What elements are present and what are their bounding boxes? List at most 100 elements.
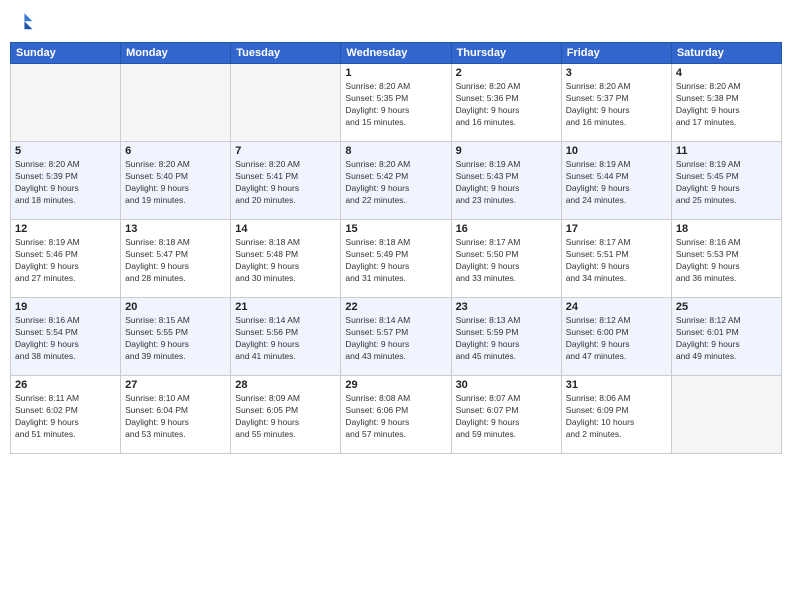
calendar-week-row: 19Sunrise: 8:16 AM Sunset: 5:54 PM Dayli… — [11, 298, 782, 376]
weekday-header-monday: Monday — [121, 43, 231, 64]
day-number: 28 — [235, 379, 336, 391]
logo — [10, 10, 38, 34]
day-info: Sunrise: 8:20 AM Sunset: 5:40 PM Dayligh… — [125, 159, 226, 207]
calendar-day: 13 Sunrise: 8:18 AM Sunset: 5:47 PM Dayli… — [121, 220, 231, 298]
day-info: Sunrise: 8:10 AM Sunset: 6:04 PM Dayligh… — [125, 393, 226, 441]
day-number: 17 — [566, 223, 667, 235]
calendar-day: 27 Sunrise: 8:10 AM Sunset: 6:04 PM Dayli… — [121, 376, 231, 454]
day-number: 13 — [125, 223, 226, 235]
day-number: 11 — [676, 145, 777, 157]
calendar-week-row: 26 Sunrise: 8:11 AM Sunset: 6:02 PM Dayli… — [11, 376, 782, 454]
calendar-day: 31 Sunrise: 8:06 AM Sunset: 6:09 PM Dayli… — [561, 376, 671, 454]
day-info: Sunrise: 8:20 AM Sunset: 5:42 PM Dayligh… — [345, 159, 446, 207]
day-info: Sunrise: 8:20 AM Sunset: 5:41 PM Dayligh… — [235, 159, 336, 207]
day-number: 26 — [15, 379, 116, 391]
calendar-day — [11, 64, 121, 142]
day-info: Sunrise: 8:20 AM Sunset: 5:36 PM Dayligh… — [456, 81, 557, 129]
day-info: Sunrise: 8:17 AM Sunset: 5:50 PM Dayligh… — [456, 237, 557, 285]
day-number: 3 — [566, 67, 667, 79]
day-number: 29 — [345, 379, 446, 391]
day-info: Sunrise: 8:12 AM Sunset: 6:00 PM Dayligh… — [566, 315, 667, 363]
weekday-header-sunday: Sunday — [11, 43, 121, 64]
day-number: 23 — [456, 301, 557, 313]
day-info: Sunrise: 8:18 AM Sunset: 5:47 PM Dayligh… — [125, 237, 226, 285]
day-info: Sunrise: 8:08 AM Sunset: 6:06 PM Dayligh… — [345, 393, 446, 441]
day-number: 27 — [125, 379, 226, 391]
day-info: Sunrise: 8:20 AM Sunset: 5:38 PM Dayligh… — [676, 81, 777, 129]
day-number: 14 — [235, 223, 336, 235]
day-info: Sunrise: 8:19 AM Sunset: 5:45 PM Dayligh… — [676, 159, 777, 207]
day-number: 31 — [566, 379, 667, 391]
calendar-day: 21Sunrise: 8:14 AM Sunset: 5:56 PM Dayli… — [231, 298, 341, 376]
calendar-day: 22 Sunrise: 8:14 AM Sunset: 5:57 PM Dayli… — [341, 298, 451, 376]
calendar-day: 19Sunrise: 8:16 AM Sunset: 5:54 PM Dayli… — [11, 298, 121, 376]
weekday-header-thursday: Thursday — [451, 43, 561, 64]
day-number: 20 — [125, 301, 226, 313]
calendar-day: 12 Sunrise: 8:19 AM Sunset: 5:46 PM Dayli… — [11, 220, 121, 298]
day-number: 9 — [456, 145, 557, 157]
day-number: 22 — [345, 301, 446, 313]
calendar-day — [671, 376, 781, 454]
day-number: 4 — [676, 67, 777, 79]
day-info: Sunrise: 8:14 AM Sunset: 5:57 PM Dayligh… — [345, 315, 446, 363]
day-info: Sunrise: 8:19 AM Sunset: 5:44 PM Dayligh… — [566, 159, 667, 207]
weekday-header-saturday: Saturday — [671, 43, 781, 64]
calendar-week-row: 12 Sunrise: 8:19 AM Sunset: 5:46 PM Dayli… — [11, 220, 782, 298]
day-number: 30 — [456, 379, 557, 391]
calendar-day: 4 Sunrise: 8:20 AM Sunset: 5:38 PM Daylig… — [671, 64, 781, 142]
day-number: 12 — [15, 223, 116, 235]
weekday-header-wednesday: Wednesday — [341, 43, 451, 64]
day-info: Sunrise: 8:11 AM Sunset: 6:02 PM Dayligh… — [15, 393, 116, 441]
day-info: Sunrise: 8:15 AM Sunset: 5:55 PM Dayligh… — [125, 315, 226, 363]
day-number: 8 — [345, 145, 446, 157]
calendar-day: 14 Sunrise: 8:18 AM Sunset: 5:48 PM Dayli… — [231, 220, 341, 298]
day-info: Sunrise: 8:16 AM Sunset: 5:54 PM Dayligh… — [15, 315, 116, 363]
day-number: 1 — [345, 67, 446, 79]
calendar-day: 3 Sunrise: 8:20 AM Sunset: 5:37 PM Daylig… — [561, 64, 671, 142]
calendar-day: 16 Sunrise: 8:17 AM Sunset: 5:50 PM Dayli… — [451, 220, 561, 298]
day-number: 10 — [566, 145, 667, 157]
day-info: Sunrise: 8:14 AM Sunset: 5:56 PM Dayligh… — [235, 315, 336, 363]
day-number: 25 — [676, 301, 777, 313]
day-info: Sunrise: 8:18 AM Sunset: 5:49 PM Dayligh… — [345, 237, 446, 285]
calendar-day: 26 Sunrise: 8:11 AM Sunset: 6:02 PM Dayli… — [11, 376, 121, 454]
calendar-day: 7Sunrise: 8:20 AM Sunset: 5:41 PM Daylig… — [231, 142, 341, 220]
day-info: Sunrise: 8:13 AM Sunset: 5:59 PM Dayligh… — [456, 315, 557, 363]
calendar-day: 11 Sunrise: 8:19 AM Sunset: 5:45 PM Dayli… — [671, 142, 781, 220]
calendar-day: 29 Sunrise: 8:08 AM Sunset: 6:06 PM Dayli… — [341, 376, 451, 454]
calendar-day: 28Sunrise: 8:09 AM Sunset: 6:05 PM Dayli… — [231, 376, 341, 454]
page: SundayMondayTuesdayWednesdayThursdayFrid… — [0, 0, 792, 612]
calendar-body: 1Sunrise: 8:20 AM Sunset: 5:35 PM Daylig… — [11, 64, 782, 454]
logo-icon — [10, 10, 34, 34]
day-info: Sunrise: 8:19 AM Sunset: 5:46 PM Dayligh… — [15, 237, 116, 285]
header — [10, 10, 782, 34]
day-info: Sunrise: 8:20 AM Sunset: 5:37 PM Dayligh… — [566, 81, 667, 129]
day-info: Sunrise: 8:17 AM Sunset: 5:51 PM Dayligh… — [566, 237, 667, 285]
day-info: Sunrise: 8:19 AM Sunset: 5:43 PM Dayligh… — [456, 159, 557, 207]
day-info: Sunrise: 8:06 AM Sunset: 6:09 PM Dayligh… — [566, 393, 667, 441]
day-number: 15 — [345, 223, 446, 235]
day-info: Sunrise: 8:18 AM Sunset: 5:48 PM Dayligh… — [235, 237, 336, 285]
day-number: 16 — [456, 223, 557, 235]
calendar-day: 17 Sunrise: 8:17 AM Sunset: 5:51 PM Dayli… — [561, 220, 671, 298]
weekday-header-tuesday: Tuesday — [231, 43, 341, 64]
day-info: Sunrise: 8:20 AM Sunset: 5:39 PM Dayligh… — [15, 159, 116, 207]
calendar-day: 8 Sunrise: 8:20 AM Sunset: 5:42 PM Daylig… — [341, 142, 451, 220]
calendar-day: 2 Sunrise: 8:20 AM Sunset: 5:36 PM Daylig… — [451, 64, 561, 142]
calendar-day: 20 Sunrise: 8:15 AM Sunset: 5:55 PM Dayli… — [121, 298, 231, 376]
calendar-day: 9 Sunrise: 8:19 AM Sunset: 5:43 PM Daylig… — [451, 142, 561, 220]
day-number: 2 — [456, 67, 557, 79]
calendar-day: 25 Sunrise: 8:12 AM Sunset: 6:01 PM Dayli… — [671, 298, 781, 376]
calendar-table: SundayMondayTuesdayWednesdayThursdayFrid… — [10, 42, 782, 454]
day-info: Sunrise: 8:07 AM Sunset: 6:07 PM Dayligh… — [456, 393, 557, 441]
day-number: 18 — [676, 223, 777, 235]
weekday-header-row: SundayMondayTuesdayWednesdayThursdayFrid… — [11, 43, 782, 64]
weekday-header-friday: Friday — [561, 43, 671, 64]
calendar-day: 23 Sunrise: 8:13 AM Sunset: 5:59 PM Dayli… — [451, 298, 561, 376]
calendar-day: 30 Sunrise: 8:07 AM Sunset: 6:07 PM Dayli… — [451, 376, 561, 454]
day-info: Sunrise: 8:12 AM Sunset: 6:01 PM Dayligh… — [676, 315, 777, 363]
calendar-day: 18Sunrise: 8:16 AM Sunset: 5:53 PM Dayli… — [671, 220, 781, 298]
calendar-day — [231, 64, 341, 142]
calendar-day: 1Sunrise: 8:20 AM Sunset: 5:35 PM Daylig… — [341, 64, 451, 142]
calendar-week-row: 5Sunrise: 8:20 AM Sunset: 5:39 PM Daylig… — [11, 142, 782, 220]
